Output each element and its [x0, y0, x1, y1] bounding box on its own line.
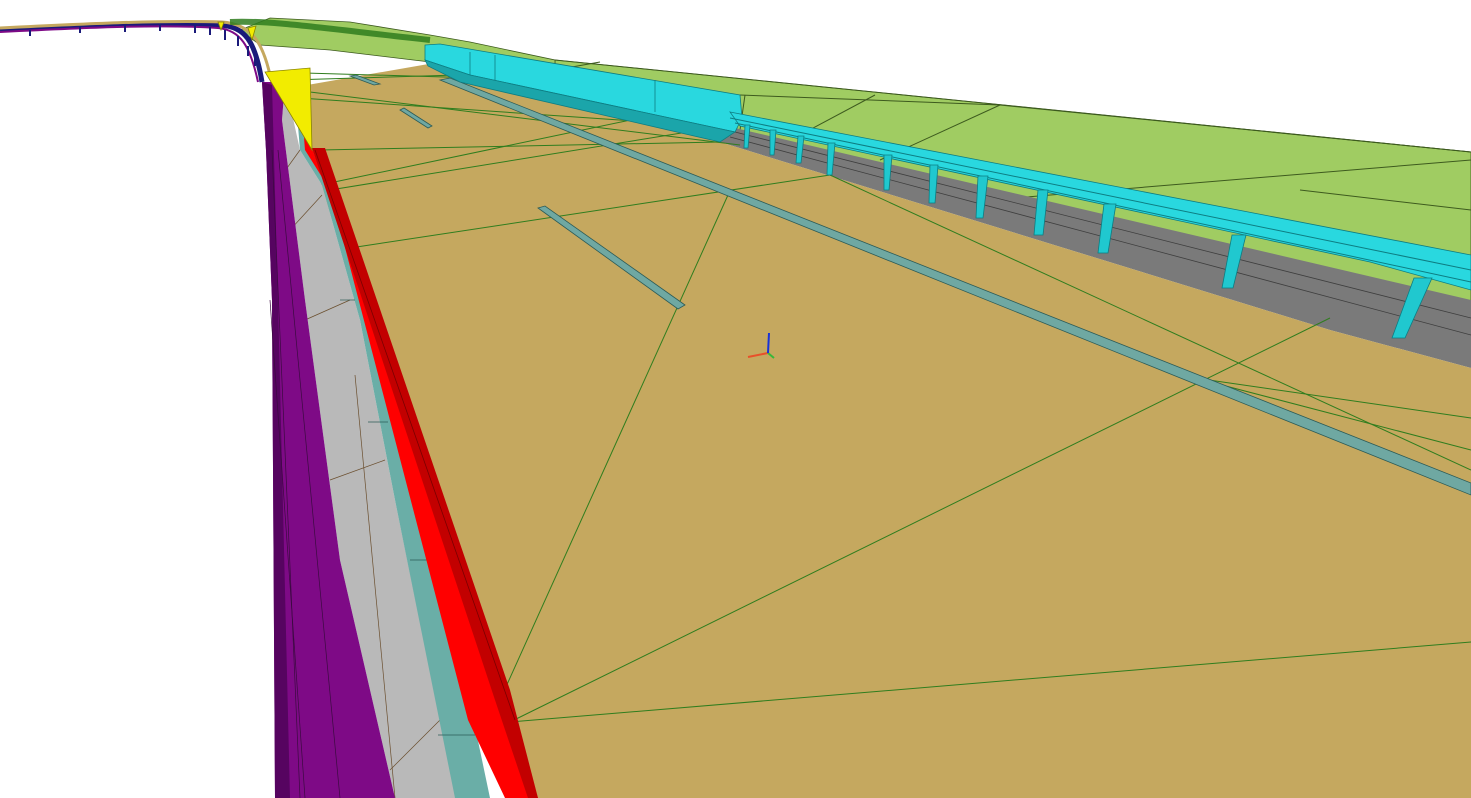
axis-z-line	[767, 332, 770, 354]
3d-viewport[interactable]	[0, 0, 1471, 798]
road-model-scene[interactable]	[0, 0, 1471, 798]
